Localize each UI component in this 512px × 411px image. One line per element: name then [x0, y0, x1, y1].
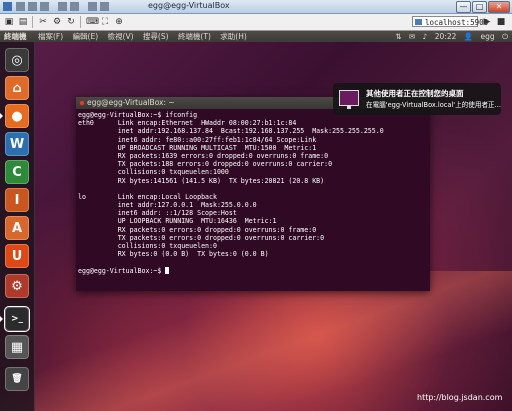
- running-indicator: [0, 316, 3, 322]
- options-icon[interactable]: ⚙: [52, 17, 62, 27]
- terminal-line: collisions:0 txqueuelen:0: [78, 242, 217, 250]
- menu-terminal[interactable]: 終端機(T): [178, 32, 211, 41]
- menu-search[interactable]: 搜尋(S): [143, 32, 169, 41]
- terminal-line: UP BROADCAST RUNNING MULTICAST MTU:1500 …: [78, 143, 317, 152]
- text-cursor: [165, 266, 170, 274]
- terminal-line: inet6 addr: fe80::a00:27ff:feb1:1c84/64 …: [78, 135, 317, 144]
- launcher-writer-icon[interactable]: W: [5, 132, 29, 156]
- terminal-line: inet addr:192.168.137.84 Bcast:192.168.1…: [78, 127, 384, 136]
- vnc-options-icon[interactable]: [16, 2, 25, 11]
- vnc-fullscreen-icon[interactable]: [88, 2, 97, 11]
- notification-title: 其他使用者正在控制您的桌面: [366, 89, 464, 98]
- wallpaper-streak: [0, 271, 512, 411]
- launcher-system-settings-icon[interactable]: ⚙: [5, 274, 29, 298]
- launcher-workspaces-icon[interactable]: ▦: [5, 335, 29, 359]
- network-icon[interactable]: ⇅: [395, 32, 401, 41]
- watermark: http://blog.jsdan.com: [417, 393, 503, 402]
- user-icon[interactable]: 👤: [464, 32, 473, 41]
- terminal-output[interactable]: egg@egg-VirtualBox:~$ ifconfig eth0 Link …: [78, 111, 428, 289]
- ubuntu-top-panel: 終端機 檔案(F) 編輯(E) 檢視(V) 搜尋(S) 終端機(T) 求助(H)…: [0, 31, 512, 42]
- menu-file[interactable]: 檔案(F): [38, 32, 63, 41]
- terminal-line: TX packets:188 errors:0 dropped:0 overru…: [78, 160, 333, 169]
- save-icon[interactable]: ▣: [4, 17, 14, 27]
- launcher-files-home-icon[interactable]: ⌂: [5, 76, 29, 100]
- clock[interactable]: 20:22: [435, 32, 457, 41]
- panel-indicators: ⇅ ✉ ♪ 20:22 👤 egg ⏻: [390, 31, 508, 42]
- close-icon[interactable]: [79, 100, 85, 106]
- minimize-button[interactable]: —: [456, 1, 471, 13]
- refresh-icon[interactable]: ↻: [66, 17, 76, 27]
- terminal-window[interactable]: egg@egg-VirtualBox: ~ egg@egg-VirtualBox…: [76, 97, 430, 291]
- terminal-line: inet addr:127.0.0.1 Mask:255.0.0.0: [78, 201, 257, 210]
- launcher-firefox-icon[interactable]: ●: [5, 104, 29, 128]
- launcher-terminal-icon[interactable]: >_: [5, 307, 29, 331]
- vnc-refresh-icon[interactable]: [40, 2, 49, 11]
- toolbar-divider: [32, 16, 33, 28]
- vnc-window-title: egg@egg-VirtualBox: [148, 1, 230, 10]
- vnc-app-icon: [3, 2, 12, 11]
- volume-icon[interactable]: ♪: [423, 32, 428, 41]
- terminal-title: egg@egg-VirtualBox: ~: [87, 98, 175, 107]
- terminal-line: UP LOOPBACK RUNNING MTU:16436 Metric:1: [78, 217, 277, 226]
- ctrl-alt-del-icon[interactable]: ⌨: [86, 17, 99, 27]
- connect-icon[interactable]: ▶: [482, 17, 492, 27]
- host-address-field[interactable]: localhost:5900: [412, 16, 488, 27]
- terminal-line: inet6 addr: ::1/128 Scope:Host: [78, 209, 237, 218]
- vnc-connection-icon[interactable]: [28, 2, 37, 11]
- launcher-dash-home-icon[interactable]: ◎: [5, 48, 29, 72]
- power-icon[interactable]: ⏻: [502, 32, 508, 41]
- terminal-line: RX bytes:0 (0.0 B) TX bytes:0 (0.0 B): [78, 250, 269, 259]
- terminal-line: RX bytes:141561 (141.5 KB) TX bytes:2082…: [78, 176, 325, 185]
- launcher-impress-icon[interactable]: I: [5, 188, 29, 212]
- launcher-software-center-icon[interactable]: A: [5, 216, 29, 240]
- user-name[interactable]: egg: [481, 32, 495, 41]
- active-app-name: 終端機: [4, 32, 27, 41]
- terminal-line: RX packets:1639 errors:0 dropped:0 overr…: [78, 151, 329, 160]
- terminal-line: collisions:0 txqueuelen:1000: [78, 168, 229, 177]
- launcher-trash-icon[interactable]: 🗑: [5, 367, 29, 391]
- close-button[interactable]: ✕: [488, 1, 510, 13]
- running-indicator: [0, 113, 3, 119]
- unity-launcher: ◎ ⌂ ● W C I A U ⚙ >_ ▦ 🗑: [0, 42, 35, 411]
- menu-view[interactable]: 檢視(V): [108, 32, 134, 41]
- vnc-transfer-icon[interactable]: [100, 2, 109, 11]
- menu-help[interactable]: 求助(H): [220, 32, 247, 41]
- launcher-calc-icon[interactable]: C: [5, 160, 29, 184]
- maximize-button[interactable]: □: [472, 1, 487, 13]
- zoom-icon[interactable]: ⊕: [114, 17, 124, 27]
- app-menu-bar: 檔案(F) 編輯(E) 檢視(V) 搜尋(S) 終端機(T) 求助(H): [38, 31, 254, 42]
- clipboard-icon[interactable]: ▤: [18, 17, 28, 27]
- vnc-toolbar: ▣ ▤ ✂ ⚙ ↻ ⌨ ⛶ ⊕ localhost:5900 ▶ ■: [0, 14, 512, 31]
- terminal-prompt: egg@egg-VirtualBox:~$: [78, 266, 166, 275]
- status-icon: ■: [496, 17, 506, 27]
- vnc-ctrl-icon[interactable]: [58, 2, 67, 11]
- remote-desktop-icon: [339, 90, 359, 109]
- tools-icon[interactable]: ✂: [38, 17, 48, 27]
- mail-icon[interactable]: ✉: [409, 32, 415, 41]
- notification-body: 在電腦'egg-VirtualBox.local'上的使用者正...: [366, 101, 501, 109]
- terminal-line: RX packets:0 errors:0 dropped:0 overruns…: [78, 225, 317, 234]
- toolbar-divider: [80, 16, 81, 28]
- vnc-title-bar: egg@egg-VirtualBox — □ ✕: [0, 0, 512, 14]
- terminal-line: lo Link encap:Local Loopback: [78, 192, 217, 201]
- vnc-alt-icon[interactable]: [70, 2, 79, 11]
- terminal-line: TX packets:0 errors:0 dropped:0 overruns…: [78, 233, 325, 242]
- menu-edit[interactable]: 編輯(E): [73, 32, 99, 41]
- terminal-line: eth0 Link encap:Ethernet HWaddr 08:00:27…: [78, 119, 297, 128]
- fullscreen-icon[interactable]: ⛶: [100, 17, 110, 27]
- launcher-ubuntu-one-icon[interactable]: U: [5, 244, 29, 268]
- notification-bubble: 其他使用者正在控制您的桌面 在電腦'egg-VirtualBox.local'上…: [333, 83, 501, 115]
